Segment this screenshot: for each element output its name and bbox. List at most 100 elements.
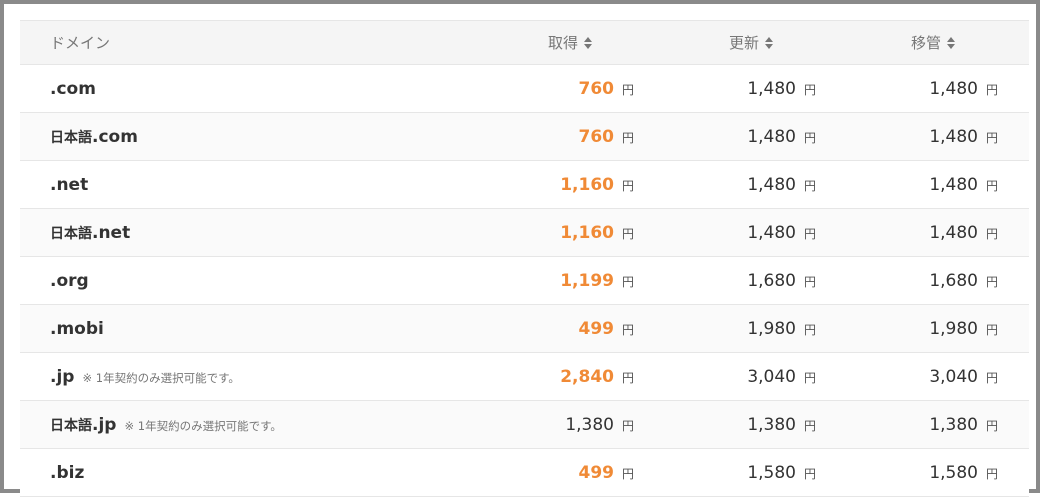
currency-unit: 円	[985, 419, 998, 433]
currency-unit: 円	[985, 323, 998, 337]
registration-price: 499	[578, 462, 614, 483]
renewal-price: 1,480	[747, 222, 796, 243]
renewal-price-cell: 3,040 円	[747, 353, 816, 400]
currency-unit: 円	[803, 467, 816, 481]
domain-prefix: 日本語	[50, 129, 92, 146]
renewal-price: 1,980	[747, 318, 796, 339]
currency-unit: 円	[803, 227, 816, 241]
currency-unit: 円	[985, 227, 998, 241]
currency-unit: 円	[985, 467, 998, 481]
domain-tld: .org	[50, 270, 89, 291]
domain-cell: .mobi	[50, 305, 104, 352]
registration-price: 499	[578, 318, 614, 339]
domain-cell: 日本語 .jp ※ 1年契約のみ選択可能です。	[50, 401, 282, 448]
domain-tld: .biz	[50, 462, 85, 483]
transfer-price-cell: 1,480 円	[929, 161, 998, 208]
currency-unit: 円	[621, 179, 634, 193]
transfer-price: 1,380	[929, 414, 978, 435]
domain-cell: .com	[50, 65, 96, 112]
table-row: .org 1,199 円 1,680 円 1,680 円	[20, 257, 1029, 305]
renewal-price-cell: 1,480 円	[747, 161, 816, 208]
domain-note: ※ 1年契約のみ選択可能です。	[82, 370, 240, 385]
registration-price: 1,160	[560, 222, 614, 243]
table-row: .mobi 499 円 1,980 円 1,980 円	[20, 305, 1029, 353]
table-row: .net 1,160 円 1,480 円 1,480 円	[20, 161, 1029, 209]
currency-unit: 円	[803, 83, 816, 97]
registration-price-cell: 499 円	[578, 305, 634, 352]
column-header-registration-label: 取得	[548, 34, 579, 52]
currency-unit: 円	[803, 371, 816, 385]
renewal-price: 1,380	[747, 414, 796, 435]
currency-unit: 円	[803, 419, 816, 433]
currency-unit: 円	[803, 323, 816, 337]
domain-cell: .net	[50, 161, 88, 208]
sort-icon[interactable]	[765, 36, 774, 49]
transfer-price: 1,480	[929, 126, 978, 147]
currency-unit: 円	[621, 83, 634, 97]
registration-price-cell: 760 円	[578, 65, 634, 112]
registration-price: 1,199	[560, 270, 614, 291]
currency-unit: 円	[985, 179, 998, 193]
currency-unit: 円	[985, 83, 998, 97]
registration-price-cell: 1,380 円	[565, 401, 634, 448]
renewal-price-cell: 1,380 円	[747, 401, 816, 448]
renewal-price: 3,040	[747, 366, 796, 387]
renewal-price: 1,480	[747, 126, 796, 147]
column-header-registration[interactable]: 取得	[548, 21, 593, 64]
transfer-price: 1,980	[929, 318, 978, 339]
column-header-transfer[interactable]: 移管	[911, 21, 956, 64]
transfer-price-cell: 1,480 円	[929, 65, 998, 112]
renewal-price-cell: 1,480 円	[747, 113, 816, 160]
domain-prefix: 日本語	[50, 225, 92, 242]
renewal-price: 1,480	[747, 78, 796, 99]
sort-icon[interactable]	[947, 36, 956, 49]
domain-tld: .jp	[50, 366, 75, 387]
transfer-price: 1,680	[929, 270, 978, 291]
currency-unit: 円	[803, 179, 816, 193]
registration-price-cell: 2,840 円	[560, 353, 634, 400]
table-header: ドメイン 取得 更新 移管	[20, 21, 1029, 65]
registration-price-cell: 499 円	[578, 449, 634, 496]
registration-price: 1,160	[560, 174, 614, 195]
domain-price-table: ドメイン 取得 更新 移管 .com 760 円 1,480 円 1,480 円日本語 .co…	[20, 20, 1029, 497]
table-row: 日本語 .jp ※ 1年契約のみ選択可能です。 1,380 円 1,380 円 1,380 円	[20, 401, 1029, 449]
transfer-price: 1,580	[929, 462, 978, 483]
column-header-renewal-label: 更新	[729, 34, 760, 52]
domain-tld: .net	[50, 174, 89, 195]
domain-note: ※ 1年契約のみ選択可能です。	[124, 418, 282, 433]
transfer-price-cell: 1,380 円	[929, 401, 998, 448]
domain-tld: .com	[50, 78, 96, 99]
currency-unit: 円	[621, 131, 634, 145]
renewal-price: 1,680	[747, 270, 796, 291]
currency-unit: 円	[621, 275, 634, 289]
currency-unit: 円	[621, 467, 634, 481]
price-table-frame: ドメイン 取得 更新 移管 .com 760 円 1,480 円 1,480 円日本語 .co…	[0, 0, 1040, 497]
domain-tld: .jp	[92, 414, 117, 435]
transfer-price-cell: 1,480 円	[929, 209, 998, 256]
registration-price: 760	[578, 78, 614, 99]
renewal-price-cell: 1,980 円	[747, 305, 816, 352]
domain-cell: .biz	[50, 449, 84, 496]
column-header-domain: ドメイン	[50, 21, 110, 64]
transfer-price: 1,480	[929, 78, 978, 99]
currency-unit: 円	[621, 227, 634, 241]
table-row: 日本語 .net 1,160 円 1,480 円 1,480 円	[20, 209, 1029, 257]
transfer-price-cell: 1,980 円	[929, 305, 998, 352]
currency-unit: 円	[985, 275, 998, 289]
renewal-price-cell: 1,480 円	[747, 209, 816, 256]
domain-tld: .net	[92, 222, 131, 243]
renewal-price-cell: 1,680 円	[747, 257, 816, 304]
table-row: .com 760 円 1,480 円 1,480 円	[20, 65, 1029, 113]
renewal-price-cell: 1,480 円	[747, 65, 816, 112]
currency-unit: 円	[803, 131, 816, 145]
currency-unit: 円	[621, 323, 634, 337]
renewal-price: 1,480	[747, 174, 796, 195]
domain-cell: 日本語 .net	[50, 209, 130, 256]
currency-unit: 円	[985, 131, 998, 145]
table-row: .biz 499 円 1,580 円 1,580 円	[20, 449, 1029, 497]
domain-cell: 日本語 .com	[50, 113, 138, 160]
transfer-price: 1,480	[929, 174, 978, 195]
column-header-renewal[interactable]: 更新	[729, 21, 774, 64]
table-body: .com 760 円 1,480 円 1,480 円日本語 .com 760 円 1,480 円 1,4…	[20, 65, 1029, 497]
sort-icon[interactable]	[584, 36, 593, 49]
